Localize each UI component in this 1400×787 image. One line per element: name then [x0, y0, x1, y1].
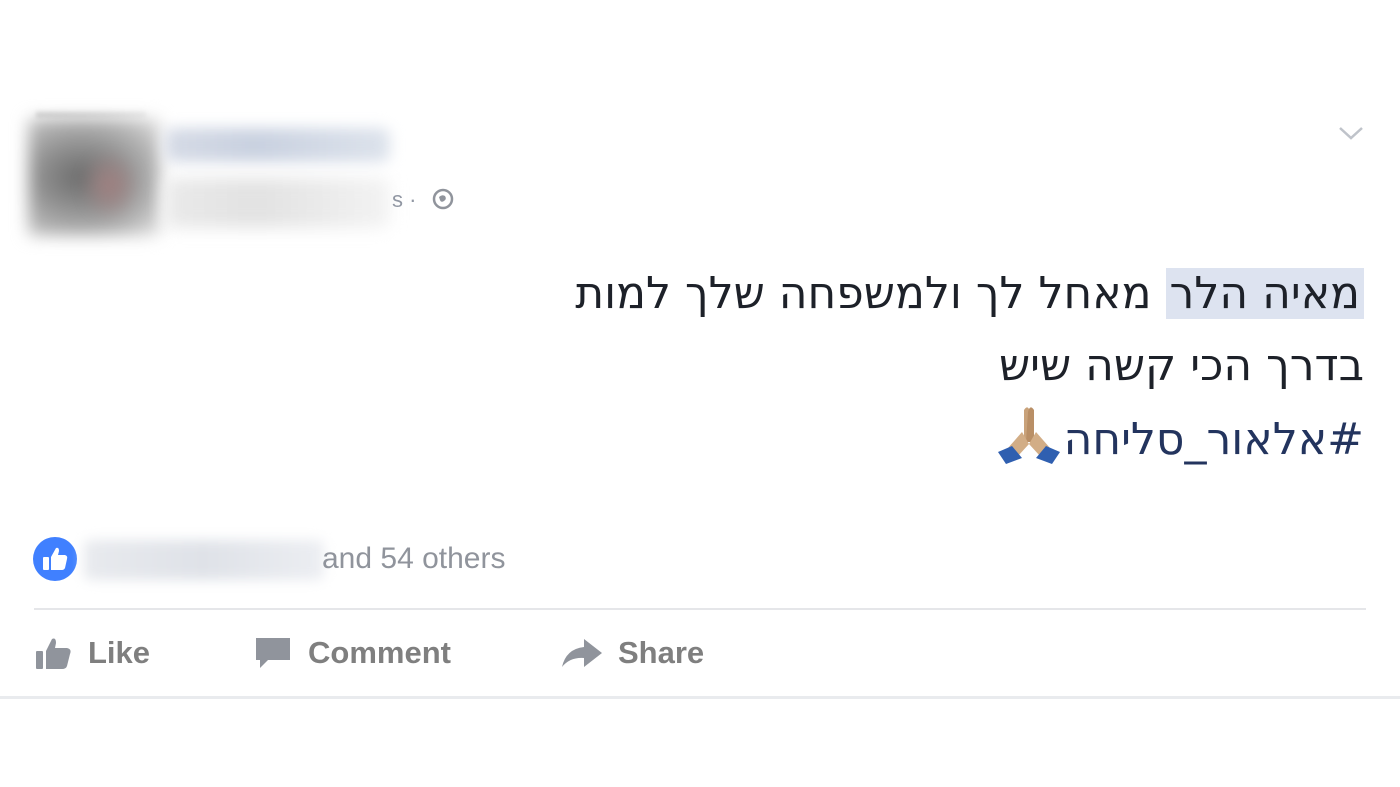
- post-text-after-mention: מאחל לך: [975, 268, 1152, 319]
- post-timestamp-redacted: [165, 178, 390, 228]
- share-button[interactable]: Share: [560, 628, 704, 678]
- likes-count-text[interactable]: and 54 others: [322, 540, 505, 578]
- chevron-down-icon[interactable]: [1336, 122, 1366, 144]
- thumbs-up-icon: [36, 638, 71, 669]
- likers-names-redacted[interactable]: [84, 540, 324, 580]
- share-label: Share: [618, 635, 705, 670]
- facebook-post: s · מאיה הלר מאחל לך ולמשפחה שלך למות בד…: [0, 0, 1400, 787]
- post-bottom-border: [0, 696, 1400, 699]
- post-message: מאיה הלר מאחל לך ולמשפחה שלך למות בדרך ה…: [264, 258, 1364, 476]
- author-name-redacted[interactable]: [165, 128, 390, 162]
- action-bar-divider: [34, 608, 1366, 610]
- globe-icon[interactable]: [432, 188, 454, 210]
- like-badge-icon: [33, 537, 77, 581]
- share-icon: [562, 639, 602, 667]
- comment-icon: [256, 638, 290, 668]
- avatar-tint: [80, 150, 140, 220]
- post-line-3: #אלאור_סליחה: [264, 402, 1364, 476]
- like-label: Like: [88, 635, 151, 670]
- post-line-1: מאיה הלר מאחל לך ולמשפחה שלך למות: [264, 258, 1364, 330]
- mention-link[interactable]: מאיה הלר: [1165, 268, 1364, 319]
- hashtag-link[interactable]: #אלאור_סליחה: [1064, 414, 1364, 465]
- timestamp-suffix: s ·: [392, 187, 417, 212]
- like-button[interactable]: Like: [34, 628, 150, 678]
- comment-label: Comment: [308, 635, 451, 670]
- comment-button[interactable]: Comment: [252, 628, 451, 678]
- praying-hands-icon: [997, 407, 1060, 464]
- post-text-line-2: בדרך הכי קשה שיש: [998, 340, 1364, 391]
- post-text-line-1: ולמשפחה שלך למות: [575, 268, 962, 319]
